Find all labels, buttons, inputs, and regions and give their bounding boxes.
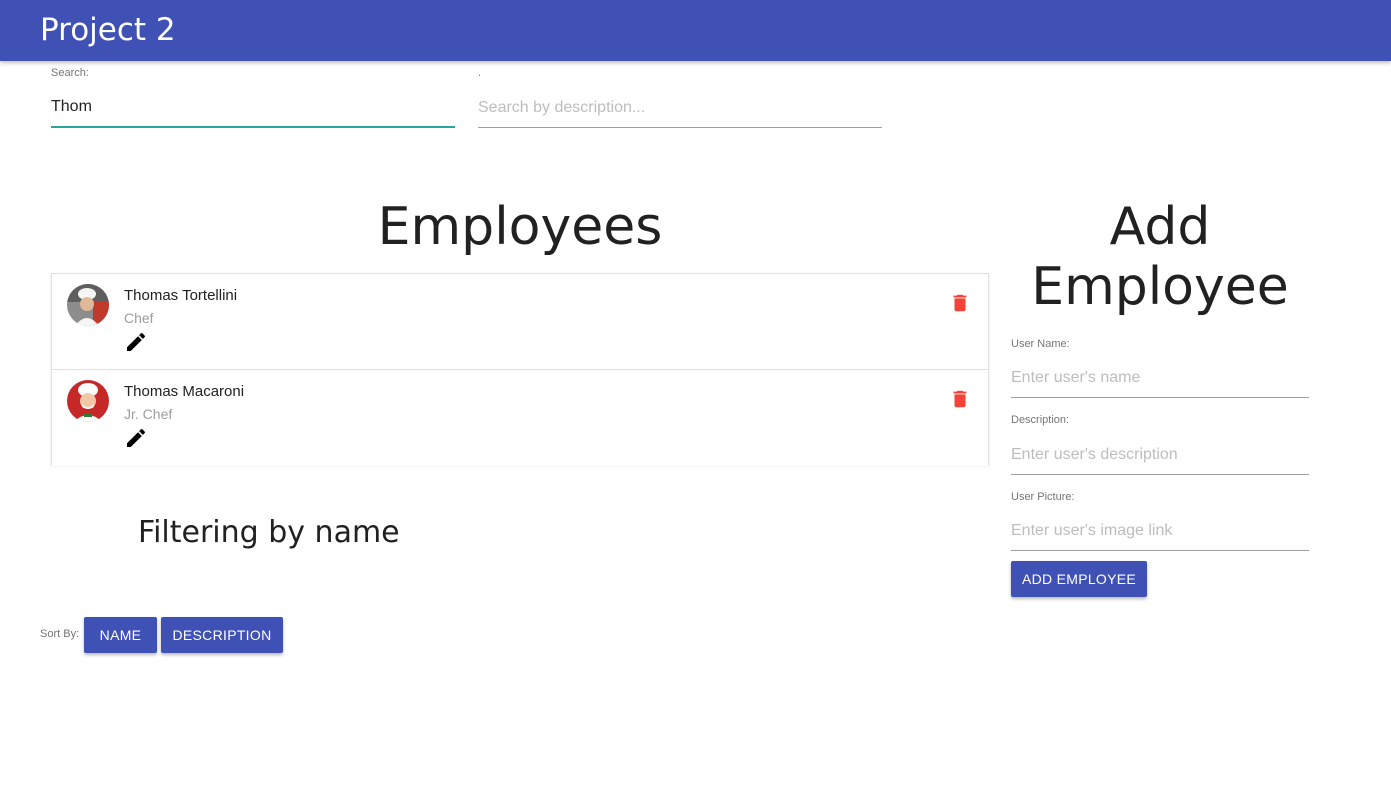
description-input[interactable] [1011, 435, 1309, 475]
user-picture-label: User Picture: [1011, 491, 1075, 503]
add-employee-heading-line2: Employee [1031, 257, 1289, 317]
trash-icon[interactable] [949, 387, 971, 411]
employee-name: Thomas Tortellini [124, 287, 238, 304]
employee-list-item: Thomas Macaroni Jr. Chef [52, 370, 988, 466]
employee-avatar [67, 380, 109, 422]
employee-list: Thomas Tortellini Chef Thomas Macaroni J… [51, 273, 989, 466]
user-name-label: User Name: [1011, 338, 1070, 350]
app-title: Project 2 [40, 12, 176, 48]
employee-description: Chef [124, 310, 154, 326]
sort-description-button[interactable]: DESCRIPTION [161, 617, 283, 653]
user-picture-input[interactable] [1011, 511, 1309, 551]
trash-icon[interactable] [949, 291, 971, 315]
pencil-icon[interactable] [124, 426, 148, 450]
description-label: Description: [1011, 414, 1070, 426]
pencil-icon[interactable] [124, 330, 148, 354]
add-employee-button[interactable]: ADD EMPLOYEE [1011, 561, 1147, 597]
app-bar: Project 2 [0, 0, 1391, 61]
sort-name-button[interactable]: NAME [84, 617, 157, 653]
employee-list-item: Thomas Tortellini Chef [52, 274, 988, 370]
search-description-label: . [478, 67, 482, 79]
filter-caption: Filtering by name [138, 515, 400, 550]
sort-by-label: Sort By: [40, 628, 80, 640]
employees-heading: Employees [377, 197, 663, 257]
employee-name: Thomas Macaroni [124, 383, 245, 400]
user-name-input[interactable] [1011, 358, 1309, 398]
employee-description: Jr. Chef [124, 406, 173, 422]
search-name-input[interactable] [51, 88, 455, 128]
add-employee-heading-line1: Add [1109, 197, 1211, 257]
employee-avatar [67, 284, 109, 326]
search-name-label: Search: [51, 67, 89, 79]
add-employee-heading: Add Employee [1011, 197, 1309, 317]
search-description-input[interactable] [478, 88, 882, 128]
